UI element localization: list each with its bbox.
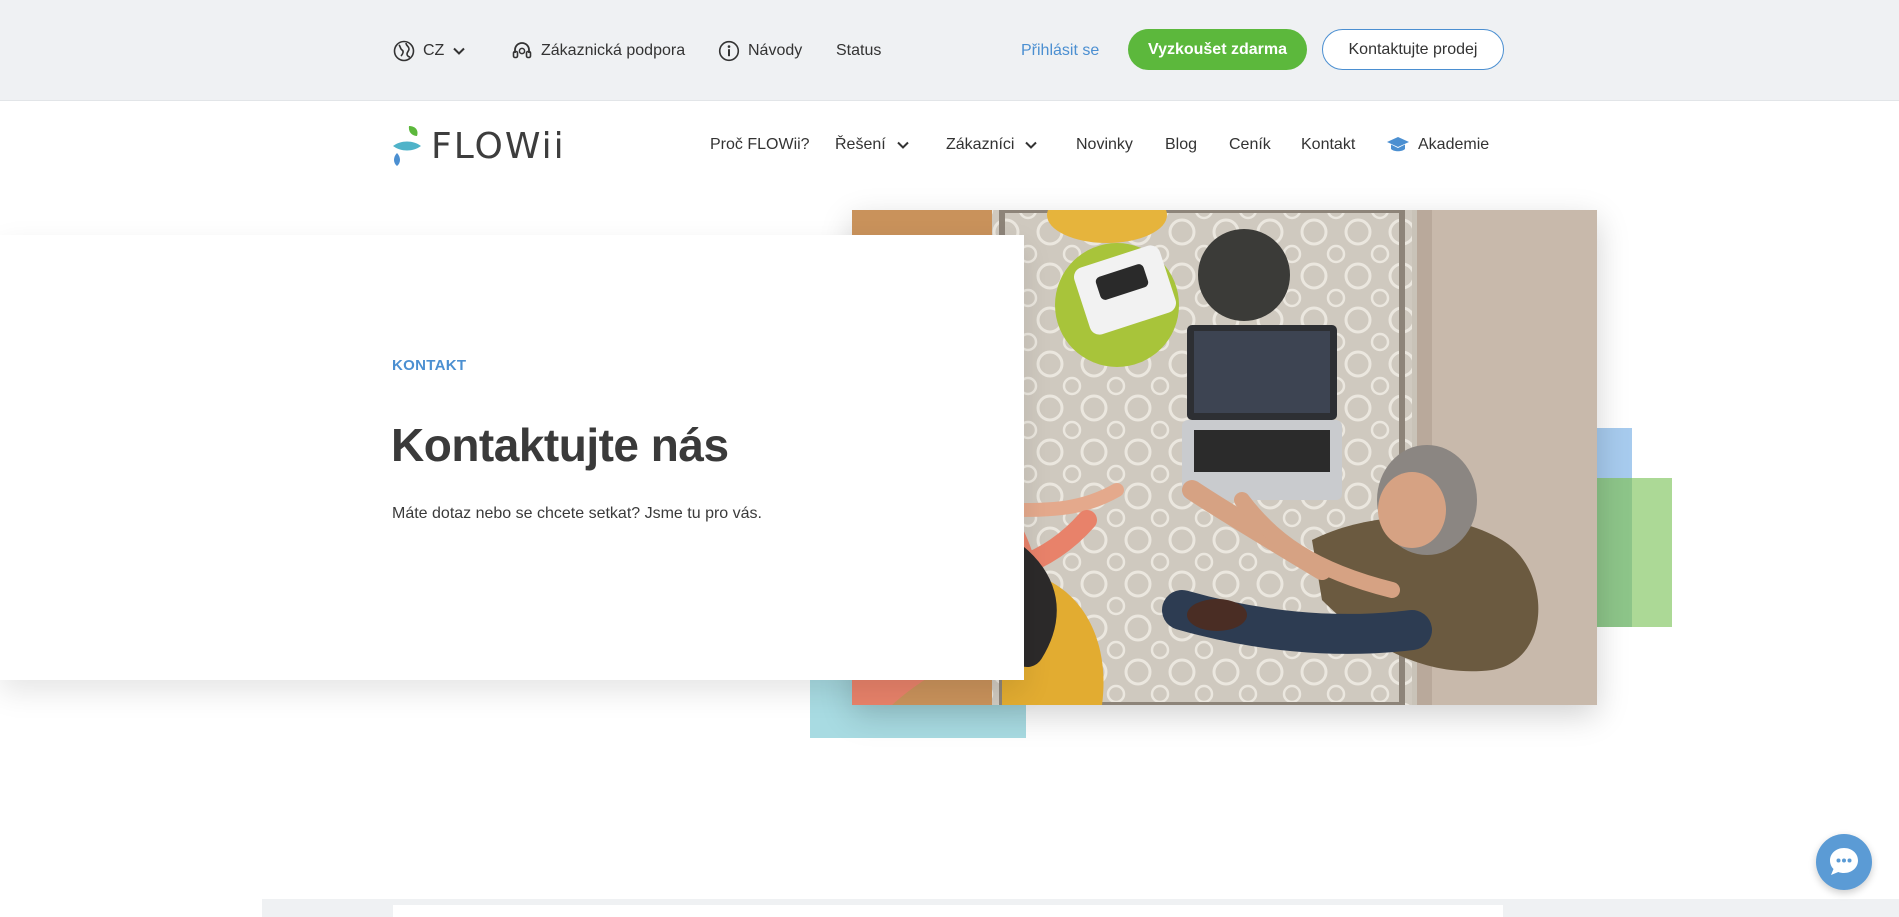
nav-blog-label: Blog bbox=[1165, 136, 1198, 153]
status-label: Status bbox=[836, 41, 882, 59]
guides-link[interactable]: Návody bbox=[718, 0, 802, 101]
status-link[interactable]: Status bbox=[836, 0, 881, 101]
logo-mark-icon bbox=[393, 126, 421, 166]
login-label: Přihlásit se bbox=[1021, 41, 1100, 59]
globe-icon bbox=[393, 40, 415, 61]
decor-block-green-light bbox=[1632, 478, 1672, 627]
hero-eyebrow: KONTAKT bbox=[392, 357, 467, 374]
logo-text: FLOWii bbox=[431, 125, 566, 167]
nav-why-flowii[interactable]: Proč FLOWii? bbox=[710, 125, 810, 165]
next-section-card bbox=[393, 905, 1503, 917]
nav-academy[interactable]: Akademie bbox=[1386, 125, 1489, 165]
hero-subtitle: Máte dotaz nebo se chcete setkat? Jsme t… bbox=[392, 505, 762, 522]
nav-contact-label: Kontakt bbox=[1301, 136, 1356, 153]
nav-solutions[interactable]: Řešení bbox=[835, 125, 910, 165]
nav-customers-label: Zákazníci bbox=[946, 136, 1015, 153]
nav-academy-label: Akademie bbox=[1418, 136, 1490, 153]
contact-sales-button[interactable]: Kontaktujte prodej bbox=[1322, 29, 1504, 70]
login-link[interactable]: Přihlásit se bbox=[1021, 0, 1099, 101]
decor-block-green-dark bbox=[1595, 478, 1632, 627]
chevron-down-icon bbox=[1025, 141, 1038, 149]
language-label: CZ bbox=[423, 41, 445, 59]
free-trial-button[interactable]: Vyzkoušet zdarma bbox=[1128, 29, 1307, 70]
top-utility-bar: CZ Zákaznická podpora Návody Status Přih… bbox=[0, 0, 1899, 101]
info-icon bbox=[718, 40, 740, 61]
nav-pricing-label: Ceník bbox=[1229, 136, 1271, 153]
page-title: Kontaktujte nás bbox=[391, 419, 729, 471]
graduation-cap-icon bbox=[1387, 137, 1409, 152]
flowii-logo[interactable]: FLOWii bbox=[391, 124, 566, 168]
decor-block-blue bbox=[1595, 428, 1632, 480]
chat-widget-button[interactable] bbox=[1816, 834, 1872, 890]
nav-customers[interactable]: Zákazníci bbox=[946, 125, 1038, 165]
support-label: Zákaznická podpora bbox=[541, 41, 686, 59]
chevron-down-icon bbox=[896, 141, 909, 149]
nav-pricing[interactable]: Ceník bbox=[1229, 125, 1271, 165]
nav-why-label: Proč FLOWii? bbox=[710, 136, 810, 153]
nav-news-label: Novinky bbox=[1076, 136, 1133, 153]
support-link[interactable]: Zákaznická podpora bbox=[511, 0, 685, 101]
nav-blog[interactable]: Blog bbox=[1165, 125, 1197, 165]
nav-solutions-label: Řešení bbox=[835, 136, 886, 153]
headset-icon bbox=[512, 41, 532, 58]
nav-contact[interactable]: Kontakt bbox=[1301, 125, 1355, 165]
nav-news[interactable]: Novinky bbox=[1076, 125, 1133, 165]
language-selector[interactable]: CZ bbox=[393, 0, 474, 101]
chevron-down-icon bbox=[453, 47, 466, 55]
chat-bubble-icon bbox=[1830, 848, 1858, 875]
guides-label: Návody bbox=[748, 41, 803, 59]
